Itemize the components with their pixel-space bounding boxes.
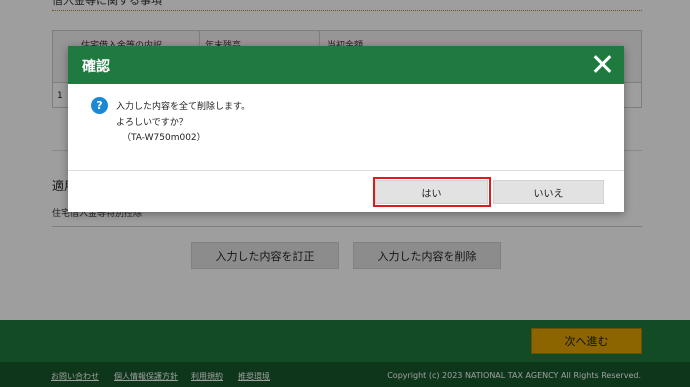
close-icon[interactable] <box>592 54 612 74</box>
no-button[interactable]: いいえ <box>493 180 604 204</box>
dialog-title: 確認 <box>82 59 110 75</box>
dialog-header: 確認 <box>68 46 624 84</box>
yes-button[interactable]: はい <box>375 180 488 204</box>
confirm-dialog: 確認 ? 入力した内容を全て削除します。 よろしいですか？ （TA-W750m0… <box>68 46 624 212</box>
dialog-question: よろしいですか？ <box>116 118 188 128</box>
question-icon: ? <box>91 97 108 114</box>
dialog-message: 入力した内容を全て削除します。 <box>116 102 251 112</box>
dialog-message-code: （TA-W750m002） <box>122 133 206 143</box>
dialog-divider <box>68 170 624 171</box>
